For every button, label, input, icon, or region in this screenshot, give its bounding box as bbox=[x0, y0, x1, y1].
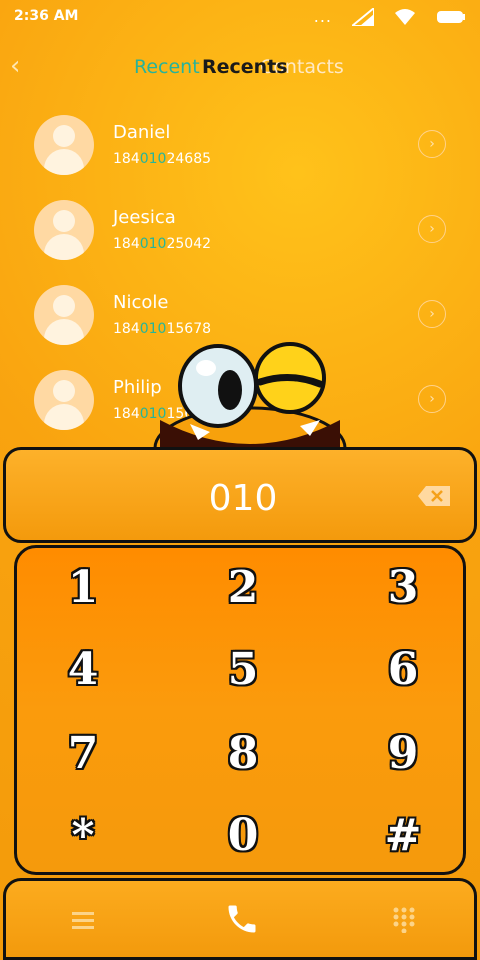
dial-keypad: 1 2 3 4 5 6 7 8 9 * 0 # bbox=[14, 545, 466, 875]
key-8[interactable]: 8 bbox=[203, 728, 283, 788]
key-star[interactable]: * bbox=[43, 810, 123, 870]
key-7[interactable]: 7 bbox=[43, 728, 123, 788]
key-4[interactable]: 4 bbox=[43, 644, 123, 704]
back-icon[interactable]: ‹ bbox=[10, 53, 34, 80]
status-bar: 2:36 AM ... bbox=[0, 0, 480, 34]
phone-icon[interactable] bbox=[224, 901, 260, 937]
contact-number: 18401024685 bbox=[113, 151, 212, 167]
dialpad-icon[interactable] bbox=[392, 907, 416, 933]
signal-icon bbox=[352, 7, 374, 26]
key-1[interactable]: 1 bbox=[43, 562, 123, 622]
key-hash[interactable]: # bbox=[363, 810, 443, 870]
key-5[interactable]: 5 bbox=[203, 644, 283, 704]
chevron-right-icon[interactable]: › bbox=[418, 300, 446, 328]
chevron-right-icon[interactable]: › bbox=[418, 215, 446, 243]
contact-name: Nicole bbox=[113, 292, 169, 313]
header: ‹ Recent Contacts Recents bbox=[0, 44, 480, 92]
chevron-right-icon[interactable]: › bbox=[418, 130, 446, 158]
avatar bbox=[34, 285, 94, 345]
contact-number: 18401025042 bbox=[113, 236, 212, 252]
battery-icon bbox=[437, 10, 465, 23]
status-icons: ... bbox=[314, 7, 466, 26]
status-time: 2:36 AM bbox=[14, 8, 79, 24]
key-3[interactable]: 3 bbox=[363, 562, 443, 622]
overflow-dots: ... bbox=[313, 7, 332, 26]
key-9[interactable]: 9 bbox=[363, 728, 443, 788]
contact-name: Jeesica bbox=[113, 207, 176, 228]
avatar bbox=[34, 115, 94, 175]
number-display: 010 bbox=[3, 447, 477, 543]
tab-recent[interactable]: Recent bbox=[134, 56, 200, 78]
key-0[interactable]: 0 bbox=[203, 810, 283, 870]
avatar bbox=[34, 370, 94, 430]
backspace-icon[interactable] bbox=[418, 486, 450, 506]
chevron-right-icon[interactable]: › bbox=[418, 385, 446, 413]
contact-row[interactable]: Jeesica 18401025042 › bbox=[0, 185, 480, 270]
bottom-bar bbox=[3, 878, 477, 960]
tab-recents[interactable]: Recents bbox=[202, 56, 288, 78]
wifi-icon bbox=[395, 8, 415, 25]
menu-icon[interactable] bbox=[72, 911, 94, 929]
key-2[interactable]: 2 bbox=[203, 562, 283, 622]
mascot-illustration bbox=[153, 342, 347, 458]
key-6[interactable]: 6 bbox=[363, 644, 443, 704]
entered-number: 010 bbox=[208, 478, 278, 519]
contact-row[interactable]: Daniel 18401024685 › bbox=[0, 100, 480, 185]
avatar bbox=[34, 200, 94, 260]
contact-name: Daniel bbox=[113, 122, 171, 143]
